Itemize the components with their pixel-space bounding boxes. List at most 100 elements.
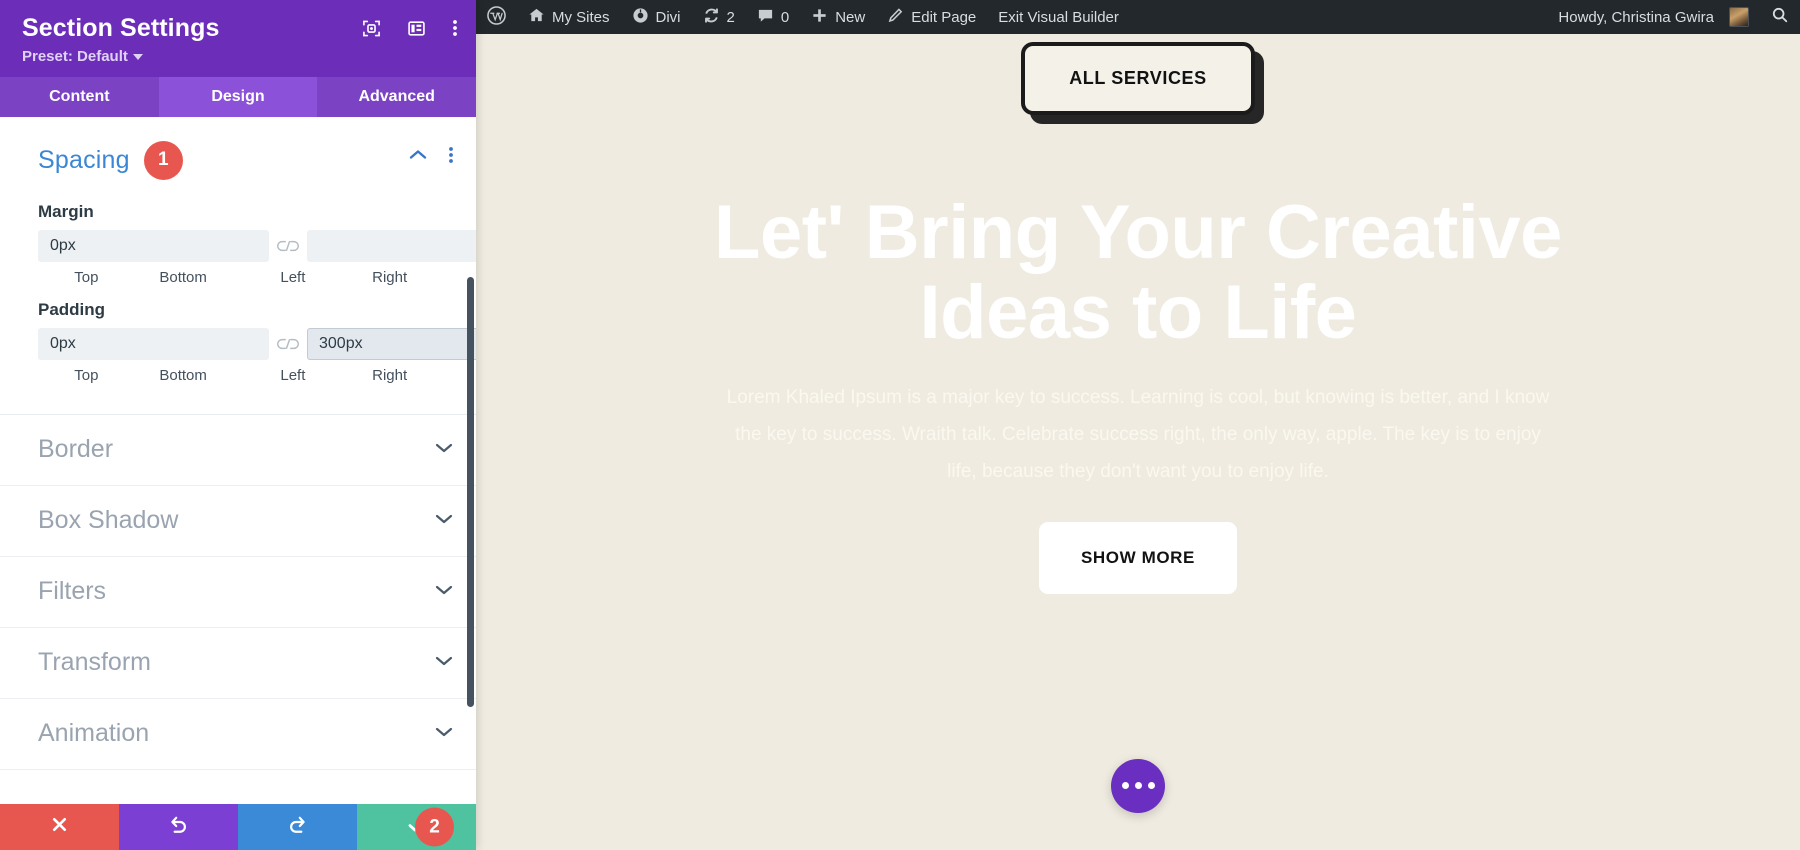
accordion-label-animation: Animation	[38, 719, 150, 748]
padding-field-group: Padding 0px 300px Top Bottom Left Right	[0, 300, 476, 384]
admin-bar-exit-label: Exit Visual Builder	[998, 8, 1119, 26]
panel-action-toolbar: 2	[0, 804, 476, 850]
margin-vertical-labels: Top Bottom	[38, 269, 232, 286]
save-button[interactable]: 2	[357, 804, 476, 850]
padding-horizontal-labels: Left Right	[245, 367, 439, 384]
admin-bar-edit-page[interactable]: Edit Page	[876, 0, 987, 34]
spacing-section-header[interactable]: Spacing 1	[0, 117, 476, 188]
preset-selector[interactable]: Preset: Default	[22, 48, 454, 65]
panel-layout-icon[interactable]	[407, 19, 426, 38]
fab-dot	[1147, 782, 1155, 790]
chevron-down-icon	[434, 512, 454, 530]
accordion-section-border[interactable]: Border	[0, 415, 476, 486]
vertical-dots-icon[interactable]	[452, 18, 458, 38]
accordion-section-transform[interactable]: Transform	[0, 628, 476, 699]
margin-bottom-input[interactable]	[307, 229, 476, 262]
accordion-section-filters[interactable]: Filters	[0, 557, 476, 628]
admin-bar-wordpress-logo[interactable]	[476, 0, 517, 34]
save-count-badge: 2	[415, 807, 454, 847]
chevron-down-icon	[434, 725, 454, 743]
spacing-section-actions	[408, 145, 454, 170]
accordion-label-transform: Transform	[38, 648, 151, 677]
hero-headline: Let' Bring Your Creative Ideas to Life	[714, 190, 1562, 355]
cancel-button[interactable]	[0, 804, 119, 850]
accordion-label-filters: Filters	[38, 577, 107, 606]
margin-top-label: Top	[74, 268, 99, 286]
chevron-down-icon	[434, 441, 454, 459]
padding-labels-row: Top Bottom Left Right	[38, 367, 438, 384]
admin-bar-greeting: Howdy, Christina Gwira	[1558, 8, 1714, 26]
padding-label: Padding	[38, 299, 106, 319]
fab-dot	[1121, 782, 1129, 790]
pencil-icon	[887, 7, 904, 28]
accordion-section-animation[interactable]: Animation	[0, 699, 476, 770]
all-services-row: ALL SERVICES	[476, 34, 1800, 115]
focus-target-icon[interactable]	[362, 19, 381, 38]
padding-bottom-input[interactable]	[307, 327, 476, 360]
padding-vertical-pair	[38, 327, 476, 360]
admin-bar-my-sites[interactable]: My Sites	[517, 0, 621, 34]
broken-link-icon[interactable]	[269, 337, 307, 351]
all-services-button[interactable]: ALL SERVICES	[1021, 42, 1255, 115]
admin-bar-exit-visual-builder[interactable]: Exit Visual Builder	[987, 0, 1130, 34]
undo-button[interactable]	[119, 804, 238, 850]
admin-bar-divi-label: Divi	[655, 8, 681, 26]
broken-link-icon[interactable]	[269, 239, 307, 253]
admin-bar-comments[interactable]: 0	[746, 0, 800, 34]
margin-label: Margin	[38, 201, 94, 221]
margin-horizontal-labels: Left Right	[245, 269, 439, 286]
tab-advanced[interactable]: Advanced	[317, 77, 476, 117]
panel-tabs: Content Design Advanced	[0, 76, 476, 117]
preset-label: Preset: Default	[22, 47, 128, 65]
admin-bar-updates-count: 2	[726, 8, 735, 26]
padding-left-label: Left	[280, 366, 306, 384]
chevron-down-icon	[132, 54, 143, 61]
margin-top-input[interactable]	[38, 229, 269, 262]
admin-bar-divi[interactable]: Divi	[621, 0, 692, 34]
admin-bar-comments-count: 0	[780, 8, 790, 26]
margin-labels-row: Top Bottom Left Right	[38, 269, 438, 286]
wordpress-logo-icon	[487, 5, 506, 29]
three-dots-icon[interactable]	[1111, 758, 1165, 813]
comment-bubble-icon	[757, 7, 774, 28]
admin-bar-new[interactable]: New	[800, 0, 876, 34]
admin-bar-edit-page-label: Edit Page	[911, 8, 977, 26]
panel-header-actions	[362, 18, 458, 38]
redo-arrow-icon	[287, 814, 308, 840]
padding-bottom-label: Bottom	[159, 366, 207, 384]
show-more-button[interactable]: SHOW MORE	[1038, 521, 1237, 594]
panel-body: Spacing 1 Margin 0px Top Bottom Left Rig…	[0, 116, 476, 804]
accordion-label-border: Border	[38, 435, 114, 464]
admin-bar-my-sites-label: My Sites	[552, 8, 610, 26]
close-x-icon	[50, 815, 69, 839]
page-preview-canvas: ALL SERVICES Let' Bring Your Creative Id…	[476, 34, 1800, 850]
spacing-section-title: Spacing	[38, 145, 130, 174]
chevron-down-icon	[434, 654, 454, 672]
search-icon	[1771, 6, 1789, 28]
padding-top-input[interactable]	[38, 327, 269, 360]
sites-house-icon	[528, 7, 545, 28]
labels-gap	[232, 269, 245, 286]
chevron-up-icon[interactable]	[408, 148, 428, 166]
accordion-section-box-shadow[interactable]: Box Shadow	[0, 486, 476, 557]
labels-gap	[232, 367, 245, 384]
tab-content[interactable]: Content	[0, 77, 159, 117]
tab-design[interactable]: Design	[158, 76, 318, 117]
plus-icon	[811, 7, 828, 28]
padding-right-label: Right	[372, 366, 408, 384]
spacing-more-vertical-dots-icon[interactable]	[448, 145, 454, 170]
hero-section: Let' Bring Your Creative Ideas to Life L…	[476, 193, 1800, 594]
admin-bar-account-area: Howdy, Christina Gwira	[1547, 0, 1800, 34]
hero-paragraph: Lorem Khaled Ipsum is a major key to suc…	[726, 386, 1550, 482]
margin-bottom-label: Bottom	[159, 268, 207, 286]
chevron-down-icon	[434, 583, 454, 601]
floating-action-row	[476, 758, 1800, 813]
panel-scrollbar[interactable]	[467, 276, 474, 707]
margin-right-label: Right	[372, 268, 408, 286]
admin-bar-search[interactable]	[1760, 0, 1800, 34]
redo-button[interactable]	[238, 804, 357, 850]
wordpress-admin-bar: My Sites Divi 2 0 New Edit Page Exit Vis…	[476, 0, 1800, 34]
admin-bar-updates[interactable]: 2	[692, 0, 746, 34]
admin-bar-howdy[interactable]: Howdy, Christina Gwira	[1547, 0, 1760, 34]
padding-inputs-row	[38, 327, 476, 360]
